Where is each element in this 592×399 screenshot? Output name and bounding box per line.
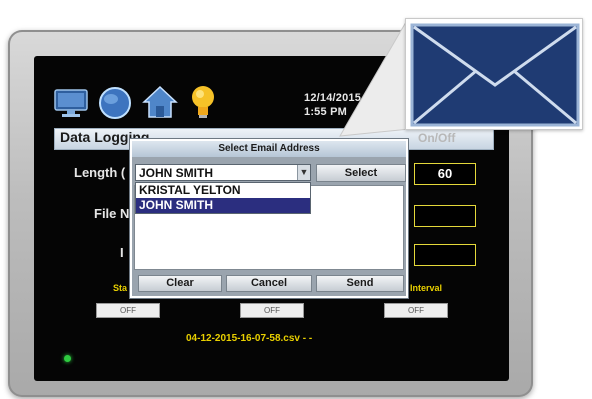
onoff-label[interactable]: On/Off — [418, 131, 455, 145]
length-value: 60 — [437, 166, 453, 181]
interval-label: Interval — [410, 283, 443, 293]
length-value-box[interactable]: 60 — [414, 163, 476, 185]
start-label: Sta — [113, 283, 128, 293]
lightbulb-icon[interactable] — [189, 84, 217, 125]
globe-icon[interactable] — [98, 86, 132, 125]
chevron-down-icon[interactable]: ▼ — [297, 165, 310, 180]
dropdown-option[interactable]: KRISTAL YELTON — [136, 183, 310, 198]
start-toggle[interactable]: OFF — [96, 303, 160, 318]
middle-toggle[interactable]: OFF — [240, 303, 304, 318]
field-label: I — [120, 245, 124, 260]
envelope-callout — [405, 18, 583, 130]
interval-toggle[interactable]: OFF — [384, 303, 448, 318]
select-button[interactable]: Select — [316, 164, 406, 182]
monitor-icon[interactable] — [54, 88, 88, 123]
cancel-button[interactable]: Cancel — [226, 275, 312, 292]
envelope-icon[interactable] — [406, 19, 584, 131]
log-filename: 04-12-2015-16-07-58.csv - - — [186, 333, 313, 344]
file-name-box[interactable] — [414, 205, 476, 227]
status-led — [64, 355, 71, 362]
file-name-label: File N — [94, 206, 130, 221]
home-icon[interactable] — [142, 85, 178, 124]
email-select[interactable]: JOHN SMITH — [135, 164, 311, 181]
clear-button[interactable]: Clear — [138, 275, 222, 292]
length-label: Length ( — [74, 165, 126, 180]
send-button[interactable]: Send — [316, 275, 404, 292]
dialog-title: Select Email Address — [132, 141, 406, 157]
field-box[interactable] — [414, 244, 476, 266]
dropdown-option-selected[interactable]: JOHN SMITH — [136, 198, 310, 213]
